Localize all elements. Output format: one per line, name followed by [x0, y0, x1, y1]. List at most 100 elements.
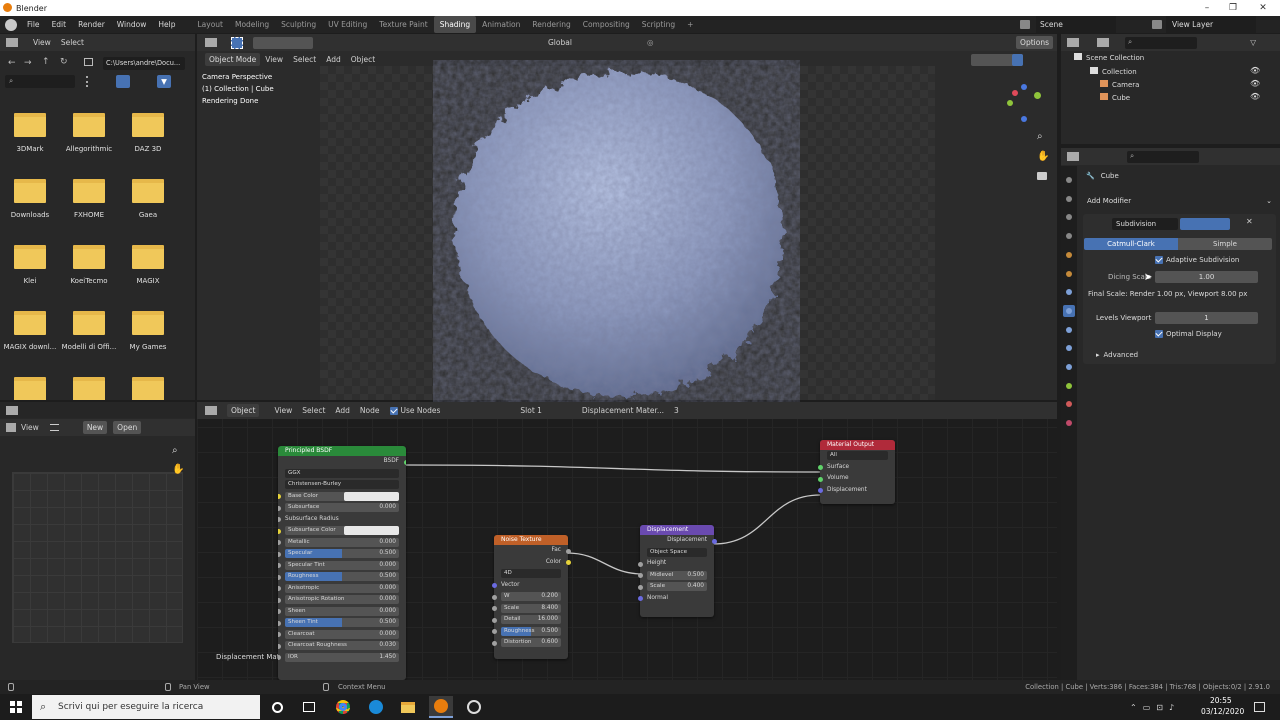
snap-icon[interactable]: ◎ [647, 38, 654, 47]
input-socket[interactable] [637, 573, 643, 578]
input-socket[interactable] [637, 596, 643, 601]
editor-type-icon[interactable] [6, 405, 18, 415]
file-explorer-icon[interactable] [396, 696, 420, 718]
particles-tab-icon[interactable] [1063, 324, 1075, 336]
blender-menu-icon[interactable] [5, 18, 17, 31]
node-input-row[interactable]: IOR 1.450 [278, 652, 406, 664]
chrome-icon[interactable] [331, 696, 355, 718]
dimensions-dropdown[interactable]: 4D [494, 568, 568, 580]
output-tab-icon[interactable] [1063, 211, 1075, 223]
render-tab-icon[interactable] [1063, 193, 1075, 205]
rendered-shading-icon[interactable] [1012, 54, 1023, 66]
folder-item[interactable] [60, 377, 118, 400]
refresh-icon[interactable]: ↻ [60, 57, 68, 67]
node-input-row[interactable]: Sheen 0.000 [278, 606, 406, 618]
node-input-row[interactable]: Clearcoat Roughness 0.030 [278, 640, 406, 652]
menu-view[interactable]: View [28, 38, 56, 47]
node-input-row[interactable]: Scale 8.400 [491, 603, 568, 615]
input-socket[interactable] [278, 505, 281, 511]
windows-start-icon[interactable] [10, 701, 22, 713]
principled-bsdf-node[interactable]: Principled BSDF BSDF GGX Christensen-Bur… [278, 446, 406, 680]
cortana-icon[interactable] [265, 696, 289, 718]
remove-modifier-icon[interactable]: ✕ [1246, 217, 1253, 226]
outliner-item-camera[interactable]: Camera [1100, 80, 1139, 89]
folder-item[interactable]: Klei [1, 245, 59, 285]
shader-type-selector[interactable]: Object [227, 404, 260, 417]
adaptive-subdivision-checkbox[interactable]: Adaptive Subdivision [1155, 256, 1239, 264]
folder-item[interactable]: MAGIX downl... [1, 311, 59, 351]
node-input-row[interactable]: Anisotropic 0.000 [278, 583, 406, 595]
menu-window[interactable]: Window [111, 16, 153, 33]
outliner-collection[interactable]: Collection [1090, 67, 1137, 76]
menu-file[interactable]: File [21, 16, 46, 33]
menu-select[interactable]: Select [56, 38, 89, 47]
input-socket[interactable] [817, 476, 823, 482]
path-field[interactable]: C:\Users\andre\Docu... [103, 57, 185, 70]
tab-animation[interactable]: Animation [476, 16, 526, 33]
task-view-icon[interactable] [297, 696, 321, 718]
output-socket[interactable] [565, 548, 571, 554]
folder-item[interactable]: Allegorithmic [60, 113, 118, 153]
new-image-button[interactable]: New [82, 421, 108, 434]
pan-hand-icon[interactable]: ✋ [172, 464, 184, 475]
use-nodes-checkbox[interactable]: Use Nodes [385, 406, 446, 415]
scene-icon[interactable] [1020, 20, 1030, 29]
input-socket[interactable] [278, 551, 281, 557]
view-layer-tab-icon[interactable] [1063, 230, 1075, 242]
transform-orientation[interactable]: Global [543, 38, 577, 47]
folder-item[interactable]: KoeiTecmo [60, 245, 118, 285]
nav-parent-icon[interactable]: ↑ [42, 57, 50, 67]
input-socket[interactable] [278, 643, 281, 649]
camera-view-icon[interactable] [1037, 172, 1047, 180]
physics-tab-icon[interactable] [1063, 342, 1075, 354]
catmull-clark-tab[interactable]: Catmull-Clark [1084, 238, 1178, 250]
input-socket[interactable] [491, 594, 497, 600]
scene-tab-icon[interactable] [1063, 249, 1075, 261]
close-window-button[interactable]: ✕ [1250, 0, 1276, 16]
display-mode-list-icon[interactable] [86, 76, 98, 87]
input-socket[interactable] [278, 597, 281, 603]
color-swatch[interactable] [344, 491, 399, 501]
node-input-row[interactable]: Specular Tint 0.000 [278, 560, 406, 572]
tab-rendering[interactable]: Rendering [526, 16, 576, 33]
input-socket[interactable] [817, 488, 823, 493]
menu-help[interactable]: Help [152, 16, 181, 33]
output-socket[interactable] [565, 560, 571, 565]
input-socket[interactable] [278, 540, 281, 545]
nav-back-icon[interactable]: ← [8, 58, 16, 68]
input-socket[interactable] [278, 655, 281, 660]
color-swatch[interactable] [344, 526, 399, 535]
output-socket[interactable] [711, 538, 717, 544]
tab-sculpting[interactable]: Sculpting [275, 16, 322, 33]
distribution-dropdown[interactable]: GGX [278, 468, 406, 480]
output-socket[interactable] [403, 459, 406, 465]
mode-selector[interactable]: Object Mode [205, 53, 261, 66]
editor-type-icon[interactable] [6, 423, 16, 432]
outliner-scene-collection[interactable]: Scene Collection [1074, 53, 1144, 62]
add-modifier-dropdown[interactable]: Add Modifier ⌄ [1084, 195, 1276, 208]
options-button[interactable]: Options [1016, 36, 1053, 49]
zoom-icon[interactable]: ⌕ [172, 445, 178, 456]
properties-search-input[interactable]: ⌕ [1127, 150, 1199, 163]
folder-item[interactable]: MAGIX [119, 245, 177, 285]
menu-select[interactable]: Select [297, 406, 330, 415]
menu-view[interactable]: View [16, 423, 44, 432]
menu-node[interactable]: Node [355, 406, 385, 415]
filter-icon[interactable]: ▽ [1250, 38, 1256, 47]
new-folder-icon[interactable] [84, 58, 93, 66]
menu-view[interactable]: View [269, 406, 297, 415]
app-taskbar-icon[interactable] [462, 696, 486, 718]
advanced-subpanel[interactable]: ▸ Advanced [1096, 351, 1138, 359]
input-socket[interactable] [817, 465, 823, 470]
visibility-eye-icon[interactable]: 👁 [1250, 92, 1260, 101]
folder-item[interactable]: Modelli di Offi... [60, 311, 118, 351]
maximize-button[interactable]: ❐ [1220, 0, 1246, 16]
material-output-node[interactable]: Material Output All Surface Volume Displ… [817, 440, 895, 504]
editor-type-icon[interactable] [205, 406, 217, 415]
node-input-row[interactable]: Sheen Tint 0.500 [278, 617, 406, 629]
tab-scripting[interactable]: Scripting [636, 16, 681, 33]
tab-texture-paint[interactable]: Texture Paint [373, 16, 433, 33]
tab-compositing[interactable]: Compositing [577, 16, 636, 33]
folder-item[interactable]: Gaea [119, 179, 177, 219]
add-workspace-icon[interactable]: + [681, 16, 699, 33]
